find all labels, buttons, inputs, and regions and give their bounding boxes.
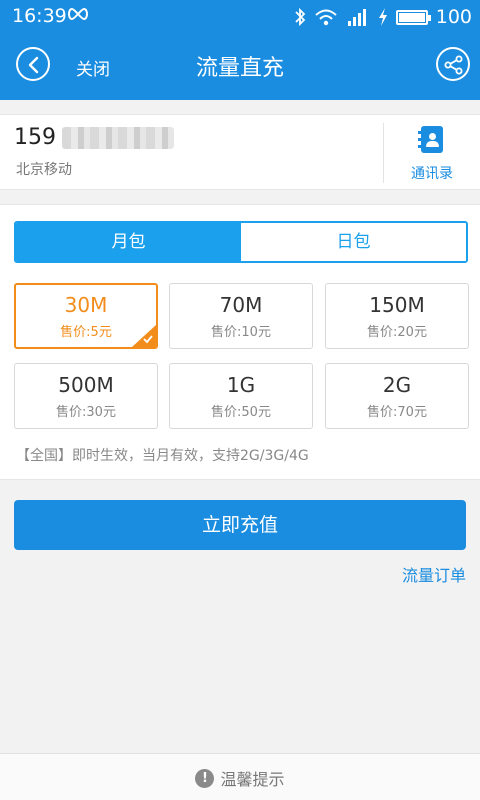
check-icon (143, 335, 153, 344)
package-option-2g[interactable]: 2G 售价:70元 (325, 363, 469, 429)
share-icon (444, 55, 463, 75)
package-option-30m[interactable]: 30M 售价:5元 (14, 283, 158, 349)
option-size: 1G (226, 373, 256, 397)
package-card: 月包 日包 30M 售价:5元 70M 售价:10元 150M 售价:20元 5… (0, 204, 480, 480)
option-price: 售价:70元 (367, 405, 427, 420)
page-title: 流量直充 (195, 56, 284, 81)
warning-icon: ! (195, 768, 215, 788)
battery-level: 100 (435, 6, 472, 28)
carrier-label: 北京移动 (16, 162, 72, 178)
option-price: 售价:20元 (367, 325, 427, 340)
option-price: 售价:50元 (211, 405, 271, 420)
share-button[interactable] (436, 47, 470, 81)
tab-monthly[interactable]: 月包 (16, 223, 241, 261)
tips-label: 温馨提示 (220, 770, 285, 789)
option-size: 30M (64, 293, 108, 317)
package-tabs: 月包 日包 (14, 221, 468, 263)
wifi-icon (315, 9, 337, 26)
charging-icon (378, 8, 387, 26)
option-size: 70M (219, 293, 263, 317)
data-orders-link[interactable]: 流量订单 (402, 562, 466, 586)
battery-icon (395, 9, 431, 25)
phone-number-prefix: 159 (14, 125, 56, 150)
phone-number-masked (62, 126, 174, 149)
option-price: 售价:10元 (211, 325, 271, 340)
status-indicators: 100 (294, 5, 472, 29)
footer-bar: ! 温馨提示 (0, 753, 480, 800)
option-price: 售价:30元 (56, 405, 116, 420)
package-option-150m[interactable]: 150M 售价:20元 (325, 283, 469, 349)
phone-card: 159 北京移动 通讯录 (0, 114, 480, 190)
option-size: 500M (58, 373, 114, 397)
recharge-button[interactable]: 立即充值 (14, 500, 466, 550)
infinity-icon (68, 7, 88, 21)
tips-button[interactable]: ! 温馨提示 (0, 766, 480, 790)
signal-icon (347, 9, 366, 26)
tab-daily[interactable]: 日包 (241, 223, 466, 261)
option-size: 150M (369, 293, 425, 317)
status-time: 16:39 (12, 5, 67, 27)
package-notice: 【全国】即时生效，当月有效，支持2G/3G/4G (16, 448, 309, 464)
package-option-500m[interactable]: 500M 售价:30元 (14, 363, 158, 429)
package-option-1g[interactable]: 1G 售价:50元 (169, 363, 313, 429)
status-bar: 16:39 100 (0, 0, 480, 34)
contacts-icon (418, 126, 443, 153)
bluetooth-icon (295, 7, 306, 27)
nav-bar: 关闭 流量直充 (0, 34, 480, 100)
divider (383, 123, 384, 183)
contacts-button[interactable]: 通讯录 (392, 123, 472, 185)
package-option-70m[interactable]: 70M 售价:10元 (169, 283, 313, 349)
option-size: 2G (382, 373, 412, 397)
contacts-label: 通讯录 (411, 166, 453, 182)
phone-number-field[interactable]: 159 (14, 125, 174, 150)
